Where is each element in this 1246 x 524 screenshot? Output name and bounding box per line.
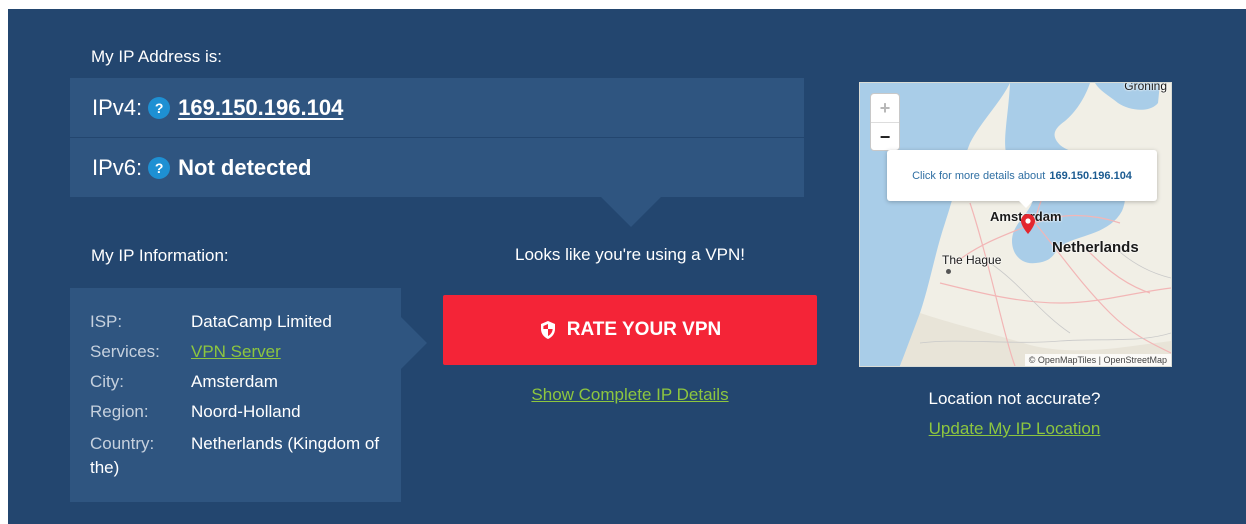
- map-tiles: [860, 83, 1171, 366]
- map-popup[interactable]: Click for more details about 169.150.196…: [887, 150, 1157, 201]
- ipv4-row: IPv4: ? 169.150.196.104: [70, 78, 804, 137]
- info-key: City:: [90, 372, 124, 391]
- shield-icon: [539, 320, 557, 340]
- update-location-link[interactable]: Update My IP Location: [859, 419, 1170, 439]
- map-attribution[interactable]: © OpenMapTiles | OpenStreetMap: [1024, 354, 1171, 366]
- location-map[interactable]: + − Groning Amsterdam Netherlands The Ha…: [859, 82, 1172, 367]
- services-link[interactable]: VPN Server: [191, 340, 281, 364]
- popup-ip: 169.150.196.104: [1049, 169, 1132, 182]
- location-marker-icon[interactable]: [1021, 214, 1035, 239]
- ip-box-pointer: [601, 197, 661, 227]
- rate-vpn-label: RATE YOUR VPN: [566, 319, 722, 340]
- help-icon[interactable]: ?: [148, 156, 171, 179]
- info-value: DataCamp Limited: [191, 312, 332, 331]
- ip-info-title: My IP Information:: [91, 246, 229, 265]
- location-question: Location not accurate?: [928, 389, 1101, 408]
- zoom-control: + −: [870, 93, 900, 151]
- info-value: Amsterdam: [191, 372, 278, 391]
- the-hague-dot: [946, 269, 951, 274]
- ipv6-label: IPv6:: [92, 154, 143, 180]
- info-row-country: Country: Netherlands (Kingdom of the): [90, 432, 390, 480]
- popup-text: Click for more details about: [912, 169, 1046, 182]
- my-ip-label: My IP Address is:: [91, 47, 223, 66]
- rate-vpn-button[interactable]: RATE YOUR VPN: [443, 295, 817, 365]
- ipv6-value: Not detected: [178, 154, 312, 180]
- info-value: Noord-Holland: [191, 402, 301, 421]
- ipv4-address-link[interactable]: 169.150.196.104: [178, 95, 343, 121]
- info-key: Region:: [90, 402, 149, 421]
- vpn-detected-message: Looks like you're using a VPN!: [514, 245, 746, 264]
- info-key: Services:: [90, 342, 160, 361]
- info-key: ISP:: [90, 312, 123, 331]
- zoom-out-button[interactable]: −: [871, 123, 899, 151]
- ip-info-box: ISP: DataCamp Limited Services: VPN Serv…: [70, 288, 401, 502]
- info-box-pointer: [401, 317, 427, 369]
- zoom-in-button[interactable]: +: [871, 94, 899, 123]
- map-label-groningen: Groning: [1124, 82, 1167, 93]
- ipv6-row: IPv6: ? Not detected: [70, 138, 804, 197]
- help-icon[interactable]: ?: [148, 96, 171, 119]
- ip-panel: My IP Address is: IPv4: ? 169.150.196.10…: [8, 9, 1246, 524]
- popup-pointer: [1018, 200, 1034, 208]
- info-key: Country:: [90, 434, 155, 453]
- show-ip-details-link[interactable]: Show Complete IP Details: [443, 385, 817, 405]
- ipv4-label: IPv4:: [92, 94, 143, 120]
- map-label-the-hague: The Hague: [942, 253, 1002, 267]
- map-label-netherlands: Netherlands: [1052, 239, 1139, 256]
